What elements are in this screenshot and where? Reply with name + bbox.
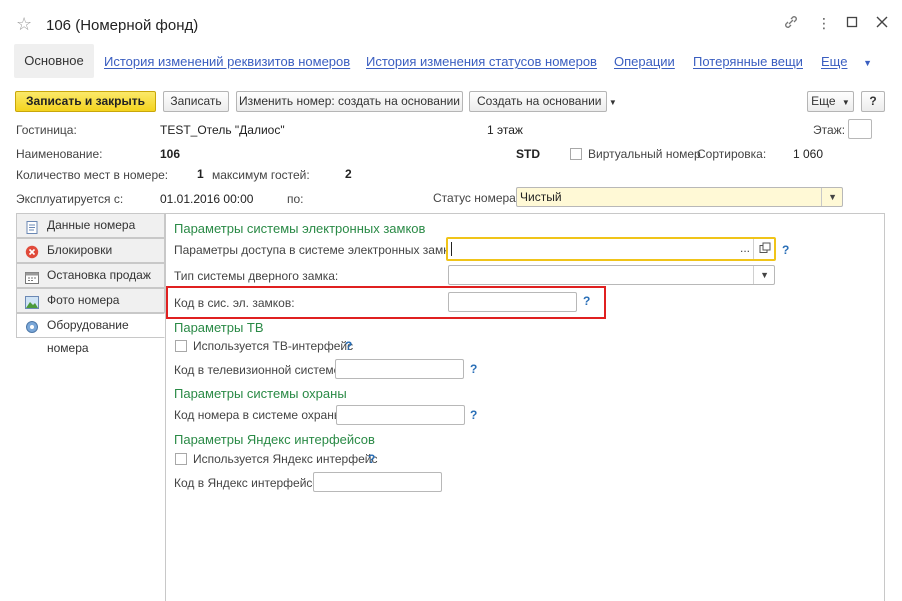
sort-value[interactable]: 1 060 xyxy=(793,147,823,161)
security-section-title: Параметры системы охраны xyxy=(174,386,347,401)
maximize-icon[interactable] xyxy=(846,14,858,32)
tab-label: Оборудование номера xyxy=(47,318,129,355)
floor-label: Этаж: xyxy=(813,123,846,137)
nav-link-status-history[interactable]: История изменения статусов номеров xyxy=(366,54,597,69)
used-from-value[interactable]: 01.01.2016 00:00 xyxy=(160,192,253,206)
dropdown-arrow-icon: ▼ xyxy=(841,98,850,107)
places-value[interactable]: 1 xyxy=(197,167,204,181)
used-from-label: Эксплуатируется с: xyxy=(16,192,124,206)
nav-link-requisites-history[interactable]: История изменений реквизитов номеров xyxy=(104,54,350,69)
favorite-star-icon[interactable]: ☆ xyxy=(16,14,32,34)
tab-room-data[interactable]: Данные номера xyxy=(16,213,165,238)
yandex-used-checkbox[interactable] xyxy=(175,453,187,465)
access-label: Параметры доступа в системе электронных … xyxy=(174,243,465,257)
tab-label: Фото номера xyxy=(47,293,120,307)
tab-stop-sales[interactable]: Остановка продаж xyxy=(16,263,165,288)
help-icon[interactable]: ? xyxy=(470,362,477,376)
block-icon xyxy=(25,244,39,259)
tv-used-checkbox[interactable] xyxy=(175,340,187,352)
tab-blocks[interactable]: Блокировки xyxy=(16,238,165,263)
help-button[interactable]: ? xyxy=(861,91,885,112)
more-menu-icon[interactable]: ⋮ xyxy=(817,14,831,32)
close-icon[interactable] xyxy=(876,14,888,32)
calendar-icon xyxy=(25,269,39,284)
lock-type-select[interactable]: ▼ xyxy=(448,265,775,285)
save-close-button[interactable]: Записать и закрыть xyxy=(15,91,156,112)
tv-used-label: Используется ТВ-интерфейс xyxy=(193,339,354,353)
text-cursor xyxy=(451,242,452,256)
access-input[interactable]: ... xyxy=(446,237,776,261)
tv-code-label: Код в телевизионной системе: xyxy=(174,363,344,377)
status-label: Статус номера: xyxy=(433,191,520,205)
open-icon[interactable] xyxy=(759,242,771,257)
more-button-label: Еще xyxy=(811,94,836,108)
security-code-label: Код номера в системе охраны: xyxy=(174,408,346,422)
room-type-value[interactable]: STD xyxy=(516,147,540,161)
photo-icon xyxy=(25,294,39,309)
save-button[interactable]: Записать xyxy=(163,91,229,112)
tab-label: Остановка продаж xyxy=(47,268,151,282)
help-icon[interactable]: ? xyxy=(782,243,789,257)
yandex-section-title: Параметры Яндекс интерфейсов xyxy=(174,432,375,447)
status-select[interactable]: Чистый ▼ xyxy=(516,187,843,207)
nav-link-operations[interactable]: Операции xyxy=(614,54,675,69)
lock-type-label: Тип системы дверного замка: xyxy=(174,269,339,283)
name-label: Наименование: xyxy=(16,147,103,161)
help-icon[interactable]: ? xyxy=(583,294,590,308)
to-label: по: xyxy=(287,192,304,206)
max-guests-value[interactable]: 2 xyxy=(345,167,352,181)
change-number-button[interactable]: Изменить номер: создать на основании xyxy=(236,91,463,112)
nav-more-label: Еще xyxy=(821,54,848,69)
virtual-checkbox[interactable] xyxy=(570,148,582,160)
nav-more-button[interactable]: Еще ▼ xyxy=(821,54,872,69)
max-guests-label: максимум гостей: xyxy=(212,168,310,182)
tab-equipment[interactable]: Оборудование номера xyxy=(16,313,165,355)
tv-code-input[interactable] xyxy=(335,359,464,379)
status-value: Чистый xyxy=(520,190,562,204)
tab-photo[interactable]: Фото номера xyxy=(16,288,165,313)
tab-label: Блокировки xyxy=(47,243,113,257)
select-dots-button[interactable]: ... xyxy=(740,241,750,255)
chevron-down-icon: ▼ xyxy=(863,58,872,68)
document-icon xyxy=(25,219,39,234)
tv-section-title: Параметры ТВ xyxy=(174,320,264,335)
hotel-label: Гостиница: xyxy=(16,123,77,137)
dropdown-arrow-icon: ▼ xyxy=(608,98,617,107)
locks-section-title: Параметры системы электронных замков xyxy=(174,221,426,236)
sort-label: Сортировка: xyxy=(697,147,767,161)
hotel-value[interactable]: TEST_Отель "Далиос" xyxy=(160,123,285,137)
link-icon[interactable] xyxy=(783,14,799,34)
lock-code-input[interactable] xyxy=(448,292,577,312)
window-title: 106 (Номерной фонд) xyxy=(46,17,199,34)
create-based-label: Создать на основании xyxy=(477,94,602,108)
nav-main-tab[interactable]: Основное xyxy=(14,44,94,78)
yandex-code-input[interactable] xyxy=(313,472,442,492)
equipment-icon xyxy=(25,319,39,333)
yandex-code-label: Код в Яндекс интерфейсе: xyxy=(174,476,323,490)
virtual-label: Виртуальный номер xyxy=(588,147,701,161)
dropdown-arrow-icon: ▼ xyxy=(828,192,837,202)
tab-label: Данные номера xyxy=(47,218,136,232)
name-value[interactable]: 106 xyxy=(160,147,180,161)
security-code-input[interactable] xyxy=(336,405,465,425)
help-icon[interactable]: ? xyxy=(368,452,375,466)
places-label: Количество мест в номере: xyxy=(16,168,169,182)
help-icon[interactable]: ? xyxy=(470,408,477,422)
yandex-used-label: Используется Яндекс интерфейс xyxy=(193,452,378,466)
more-button[interactable]: Еще ▼ xyxy=(807,91,854,112)
floor-value[interactable]: 1 этаж xyxy=(487,123,523,137)
help-icon[interactable]: ? xyxy=(345,339,352,353)
dropdown-arrow-icon: ▼ xyxy=(760,270,769,280)
create-based-button[interactable]: Создать на основании ▼ xyxy=(469,91,617,112)
nav-link-lost-items[interactable]: Потерянные вещи xyxy=(693,54,803,69)
floor-input[interactable] xyxy=(848,119,872,139)
lock-code-label: Код в сис. эл. замков: xyxy=(174,296,295,310)
